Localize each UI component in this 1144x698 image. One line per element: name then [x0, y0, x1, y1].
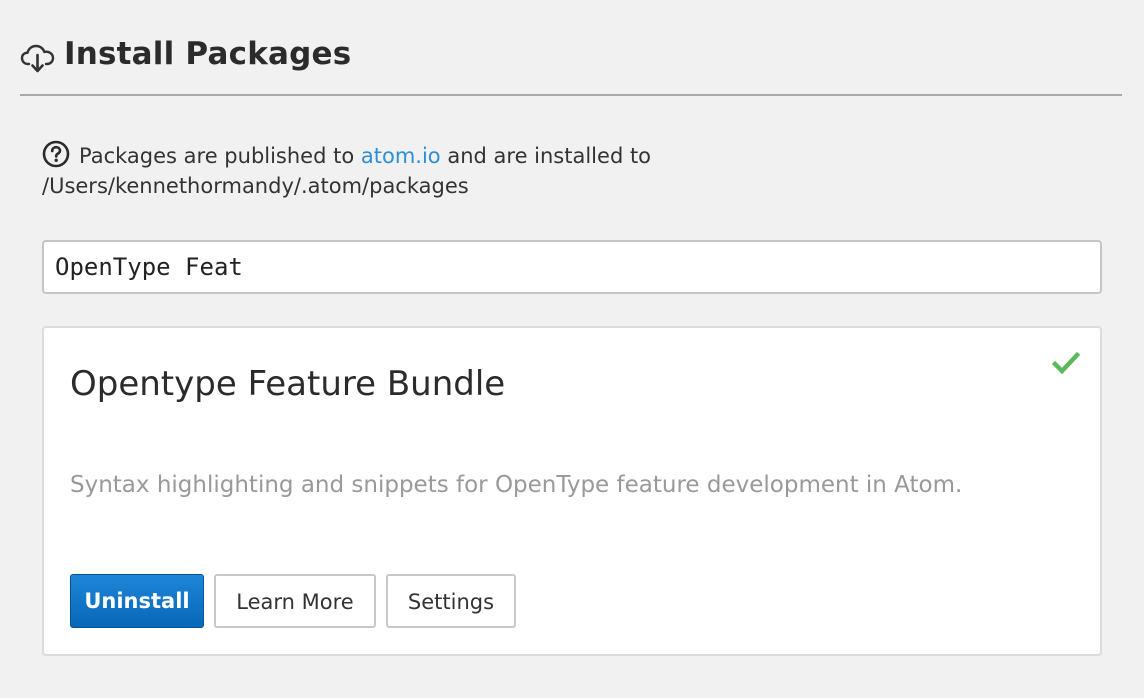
package-name[interactable]: Opentype Feature Bundle — [70, 362, 505, 406]
checkmark-icon — [1051, 350, 1081, 376]
settings-button[interactable]: Settings — [386, 574, 516, 628]
packages-path: /Users/kennethormandy/.atom/packages — [42, 174, 469, 198]
uninstall-button[interactable]: Uninstall — [70, 574, 204, 628]
atom-io-link[interactable]: atom.io — [361, 144, 441, 168]
cloud-download-icon — [20, 41, 56, 75]
search-packages-input[interactable] — [42, 240, 1102, 294]
package-card: Opentype Feature Bundle Syntax highlight… — [42, 326, 1102, 656]
info-text-after: and are installed to — [447, 144, 652, 168]
learn-more-button[interactable]: Learn More — [214, 574, 376, 628]
package-description: Syntax highlighting and snippets for Ope… — [70, 472, 963, 498]
question-circle-icon[interactable] — [42, 140, 70, 168]
page-title: Install Packages — [64, 36, 352, 72]
packages-info: Packages are published to atom.io and ar… — [42, 140, 942, 201]
section-header: Install Packages — [20, 28, 1122, 96]
info-text-before: Packages are published to — [79, 144, 355, 168]
